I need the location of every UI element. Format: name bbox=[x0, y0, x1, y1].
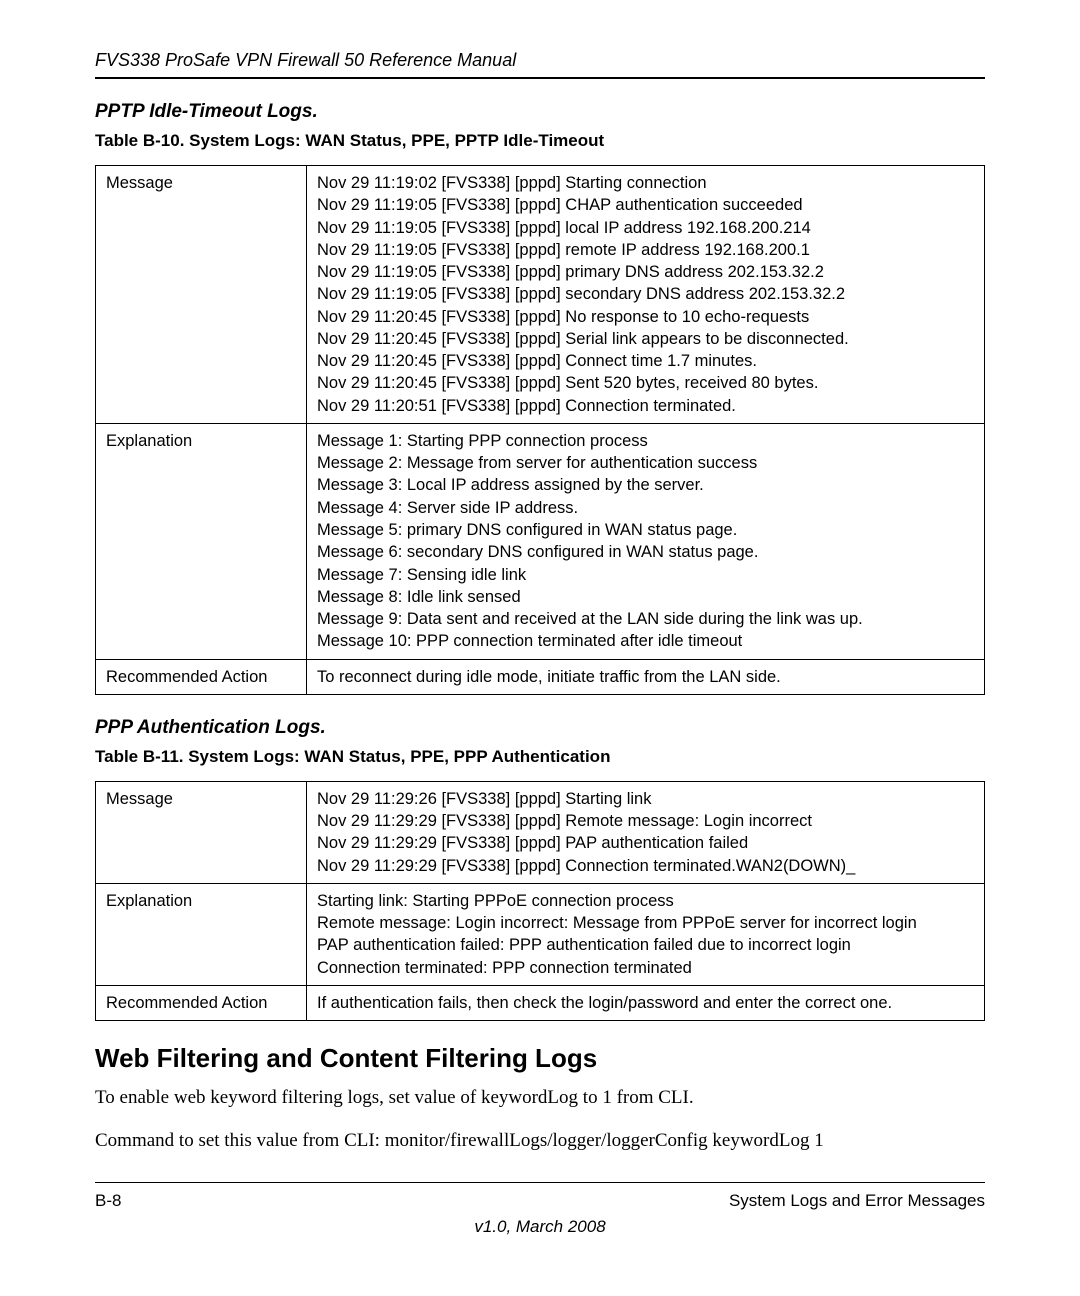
footer-line: B-8 System Logs and Error Messages bbox=[95, 1191, 985, 1211]
footer-section-title: System Logs and Error Messages bbox=[729, 1191, 985, 1211]
table-caption-b10: Table B-10. System Logs: WAN Status, PPE… bbox=[95, 131, 985, 151]
cell-label: Recommended Action bbox=[96, 985, 307, 1020]
table-row: Recommended Action To reconnect during i… bbox=[96, 659, 985, 694]
cell-label: Explanation bbox=[96, 423, 307, 659]
heading-web-filtering: Web Filtering and Content Filtering Logs bbox=[95, 1043, 985, 1074]
table-row: Message Nov 29 11:19:02 [FVS338] [pppd] … bbox=[96, 166, 985, 424]
footer-version: v1.0, March 2008 bbox=[95, 1217, 985, 1237]
table-b10: Message Nov 29 11:19:02 [FVS338] [pppd] … bbox=[95, 165, 985, 695]
subheading-ppp-auth: PPP Authentication Logs. bbox=[95, 717, 985, 739]
body-paragraph: To enable web keyword filtering logs, se… bbox=[95, 1086, 985, 1111]
cell-value: Nov 29 11:29:26 [FVS338] [pppd] Starting… bbox=[307, 781, 985, 883]
page: FVS338 ProSafe VPN Firewall 50 Reference… bbox=[0, 0, 1080, 1277]
cell-value: To reconnect during idle mode, initiate … bbox=[307, 659, 985, 694]
table-b11: Message Nov 29 11:29:26 [FVS338] [pppd] … bbox=[95, 781, 985, 1021]
header-rule bbox=[95, 77, 985, 79]
body-paragraph: Command to set this value from CLI: moni… bbox=[95, 1129, 985, 1154]
table-caption-b11: Table B-11. System Logs: WAN Status, PPE… bbox=[95, 747, 985, 767]
table-row: Explanation Starting link: Starting PPPo… bbox=[96, 883, 985, 985]
cell-value: Nov 29 11:19:02 [FVS338] [pppd] Starting… bbox=[307, 166, 985, 424]
subheading-pptp: PPTP Idle-Timeout Logs. bbox=[95, 101, 985, 123]
cell-label: Message bbox=[96, 166, 307, 424]
cell-value: Starting link: Starting PPPoE connection… bbox=[307, 883, 985, 985]
cell-label: Message bbox=[96, 781, 307, 883]
table-row: Recommended Action If authentication fai… bbox=[96, 985, 985, 1020]
footer-rule bbox=[95, 1182, 985, 1183]
table-row: Explanation Message 1: Starting PPP conn… bbox=[96, 423, 985, 659]
cell-label: Explanation bbox=[96, 883, 307, 985]
cell-label: Recommended Action bbox=[96, 659, 307, 694]
running-header: FVS338 ProSafe VPN Firewall 50 Reference… bbox=[95, 50, 985, 71]
table-row: Message Nov 29 11:29:26 [FVS338] [pppd] … bbox=[96, 781, 985, 883]
cell-value: Message 1: Starting PPP connection proce… bbox=[307, 423, 985, 659]
page-number: B-8 bbox=[95, 1191, 121, 1211]
cell-value: If authentication fails, then check the … bbox=[307, 985, 985, 1020]
